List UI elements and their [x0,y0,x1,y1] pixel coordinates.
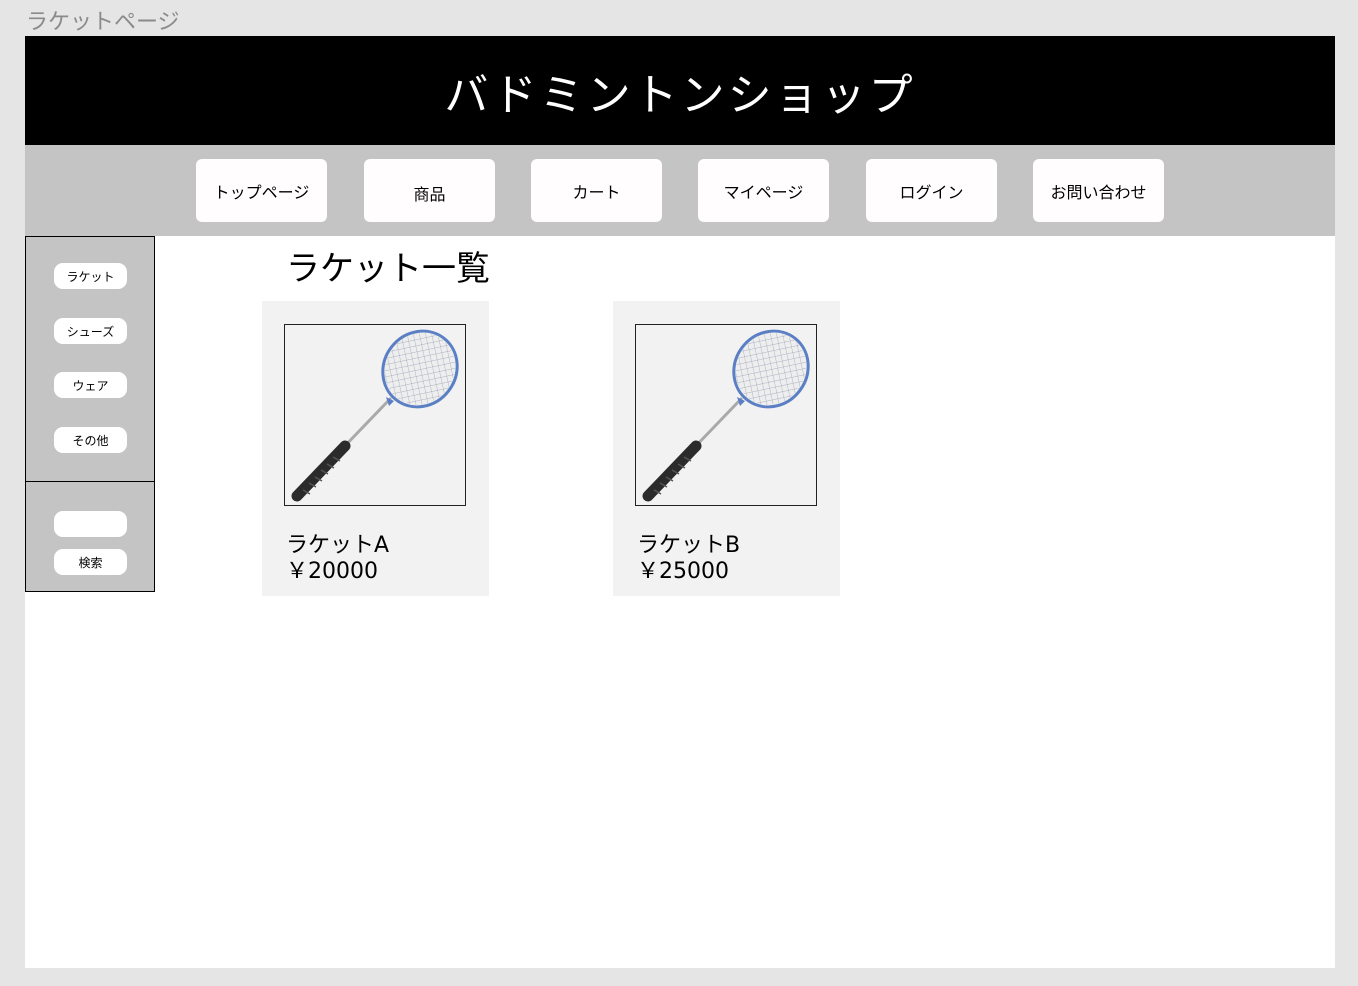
category-other-button[interactable]: その他 [54,427,127,453]
search-button[interactable]: 検索 [54,549,127,575]
category-sidebar: ラケット シューズ ウェア その他 [25,236,155,483]
product-card[interactable]: ラケットA ￥20000 [262,301,489,596]
page-frame: バドミントンショップ トップページ 商品 カート マイページ ログイン お問い合… [25,36,1335,968]
site-title: バドミントンショップ [444,69,916,121]
product-card[interactable]: ラケットB ￥25000 [613,301,840,596]
search-panel: 検索 [25,481,155,592]
page-title: ラケット一覧 [286,249,490,289]
nav-mypage-button[interactable]: マイページ [698,159,829,222]
category-shoes-button[interactable]: シューズ [54,318,127,344]
nav-products-button[interactable]: 商品 [364,159,495,222]
category-wear-button[interactable]: ウェア [54,372,127,398]
frame-label: ラケットページ [26,10,180,35]
nav-contact-button[interactable]: お問い合わせ [1033,159,1164,222]
global-nav: トップページ 商品 カート マイページ ログイン お問い合わせ [25,145,1335,236]
nav-login-button[interactable]: ログイン [866,159,997,222]
search-input[interactable] [54,511,127,537]
site-header: バドミントンショップ [25,36,1335,145]
nav-top-page-button[interactable]: トップページ [196,159,327,222]
product-price: ￥25000 [637,559,729,584]
product-image [284,324,466,506]
category-racket-button[interactable]: ラケット [54,263,127,289]
badminton-racket-icon [291,329,459,502]
badminton-racket-icon [642,329,810,502]
nav-cart-button[interactable]: カート [531,159,662,222]
product-price: ￥20000 [286,559,378,584]
product-image [635,324,817,506]
